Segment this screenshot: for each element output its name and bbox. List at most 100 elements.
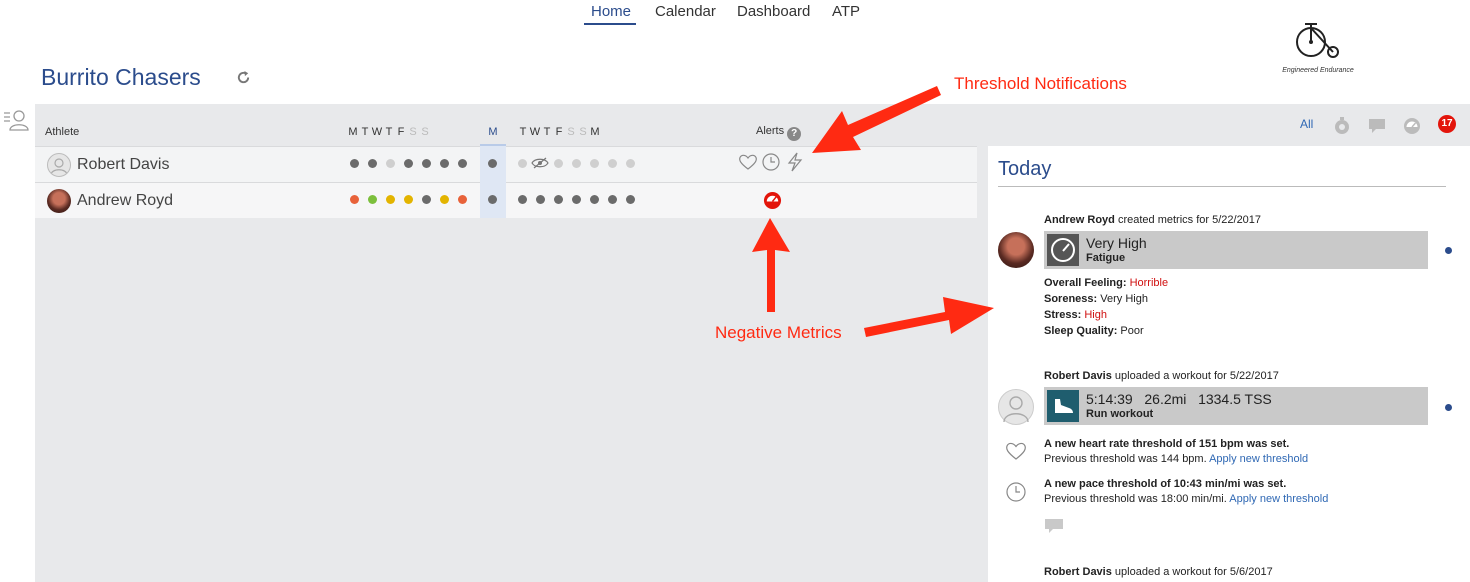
feed-athlete-name[interactable]: Robert Davis [1044,370,1112,382]
fatigue-gauge-icon[interactable] [763,191,782,210]
workout-day-dot[interactable] [553,194,563,204]
workout-day-dot[interactable] [349,194,359,204]
workout-day-dot[interactable] [439,158,449,168]
help-icon[interactable]: ? [787,127,802,141]
nav-active-underline [584,23,636,25]
feed-title: Today [998,158,1052,180]
clock-icon [1006,482,1026,502]
workout-day-dot[interactable] [385,158,395,168]
annotation-threshold-notifications: Threshold Notifications [954,74,1127,93]
filter-all[interactable]: All [1300,117,1313,131]
day-letter: T [361,126,369,138]
avatar [998,232,1034,268]
nav-atp[interactable]: ATP [832,3,860,20]
workout-day-dot[interactable] [349,158,359,168]
metric-value: Horrible [1126,277,1169,289]
week1-day-headers: MTWTFSS [347,126,431,138]
table-row[interactable]: Andrew Royd [35,182,977,218]
unread-indicator [1445,247,1452,254]
apply-threshold-link[interactable]: Apply new threshold [1209,453,1308,465]
notification-count-badge[interactable]: 17 [1438,115,1456,133]
card-subtitle: Run workout [1086,408,1154,420]
feed-entry-header: Andrew Royd created metrics for 5/22/201… [1044,214,1261,226]
day-letter: T [385,126,393,138]
workout-day-dot[interactable] [439,194,449,204]
workout-day-dot[interactable] [589,158,599,168]
day-letter: T [543,126,551,138]
feed-entry-header: Robert Davis uploaded a workout for 5/6/… [1044,566,1273,578]
workout-day-dot[interactable] [367,158,377,168]
metric-line: Sleep Quality: Poor [1044,325,1144,337]
workout-day-dot[interactable] [571,194,581,204]
heart-icon[interactable] [738,153,758,171]
metric-value: High [1081,309,1107,321]
metric-value: Poor [1117,325,1144,337]
athlete-list-icon[interactable] [3,108,29,132]
day-letter: F [397,126,405,138]
workout-day-dot[interactable] [625,158,635,168]
athlete-name[interactable]: Robert Davis [77,156,169,174]
day-letter: W [371,126,383,138]
nav-calendar[interactable]: Calendar [655,3,716,20]
hr-prev-text: Previous threshold was 144 bpm. [1044,453,1210,465]
lightning-icon[interactable] [786,152,804,172]
activity-feed: Today Andrew Royd created metrics for 5/… [988,146,1470,582]
workout-day-dot[interactable] [625,194,635,204]
workout-day-dot[interactable] [403,158,413,168]
stopwatch-filter-icon[interactable] [1333,117,1351,135]
workout-day-dot[interactable] [607,158,617,168]
metric-label: Soreness: [1044,293,1098,305]
day-letter: T [519,126,527,138]
default-avatar-icon [1003,396,1029,423]
workout-day-dot[interactable] [421,158,431,168]
workout-day-dot[interactable] [421,194,431,204]
feed-action: uploaded a workout for 5/6/2017 [1111,566,1273,578]
workout-day-dot[interactable] [517,194,527,204]
workout-day-dot[interactable] [367,194,377,204]
table-header: Athlete MTWTFSS M TWTFSSM Alerts? [35,104,977,146]
metrics-card[interactable]: Very High Fatigue [1044,231,1428,269]
workout-day-dot[interactable] [553,158,563,168]
workout-day-dot[interactable] [457,158,467,168]
heart-icon [1006,442,1026,460]
bicycle-logo-icon [1296,23,1339,58]
comment-filter-icon[interactable] [1368,117,1386,135]
clock-icon[interactable] [761,152,781,172]
feed-athlete-name[interactable]: Robert Davis [1044,566,1112,578]
page-title: Burrito Chasers [41,64,201,90]
workout-day-dot[interactable] [403,194,413,204]
nav-dashboard[interactable]: Dashboard [737,3,810,20]
default-avatar-icon [50,158,68,176]
workout-day-dot[interactable] [589,194,599,204]
workout-day-dot[interactable] [457,194,467,204]
top-nav: Home Calendar Dashboard ATP [0,0,1470,30]
workout-day-dot[interactable] [607,194,617,204]
metric-value: Very High [1097,293,1148,305]
workout-day-dot[interactable] [571,158,581,168]
hidden-eye-icon[interactable] [531,157,549,169]
nav-home[interactable]: Home [591,3,631,20]
workout-day-dot[interactable] [487,194,497,204]
table-row[interactable]: Robert Davis [35,146,977,182]
athlete-name[interactable]: Andrew Royd [77,192,173,210]
workout-day-dot[interactable] [535,194,545,204]
day-letter: M [348,126,358,138]
athlete-column-header: Athlete [45,126,80,138]
apply-threshold-link[interactable]: Apply new threshold [1229,493,1328,505]
comment-icon[interactable] [1044,518,1064,534]
brand-logo: Engineered Endurance [1268,18,1368,74]
refresh-icon[interactable] [236,70,251,85]
workout-day-dot[interactable] [385,194,395,204]
hr-threshold-prev: Previous threshold was 144 bpm. Apply ne… [1044,453,1308,465]
card-value: Very High [1086,235,1147,251]
pace-prev-text: Previous threshold was 18:00 min/mi. [1044,493,1230,505]
day-letter: F [555,126,563,138]
feed-athlete-name[interactable]: Andrew Royd [1044,214,1115,226]
workout-day-dot[interactable] [517,158,527,168]
alerts-column-header: Alerts? [756,125,802,141]
current-day-header: M [487,126,499,138]
workout-day-dot[interactable] [487,158,497,168]
current-day-column [480,146,506,218]
metrics-filter-icon[interactable] [1403,117,1421,135]
workout-card[interactable]: 5:14:39 26.2mi 1334.5 TSS Run workout [1044,387,1428,425]
